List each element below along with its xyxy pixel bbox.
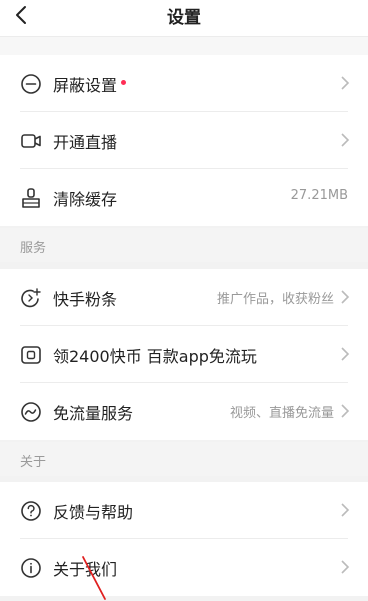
top-separator <box>0 36 368 55</box>
block-circle-icon <box>20 73 42 95</box>
chevron-right-icon <box>340 502 350 518</box>
settings-row-fan-tiao[interactable]: 快手粉条 推广作品，收获粉丝 <box>0 269 368 326</box>
settings-row-about-us[interactable]: 关于我们 <box>0 539 368 596</box>
question-circle-icon <box>20 500 42 522</box>
chevron-right-icon <box>340 559 350 575</box>
settings-row-live[interactable]: 开通直播 <box>0 112 368 169</box>
chevron-right-icon <box>340 289 350 305</box>
block-settings-label: 屏蔽设置 <box>53 76 118 95</box>
section-services-label: 服务 <box>20 241 47 256</box>
chevron-right-icon <box>340 403 350 419</box>
settings-row-feedback[interactable]: 反馈与帮助 <box>0 482 368 539</box>
cache-size-value: 27.21MB <box>290 188 348 203</box>
settings-row-traffic-free[interactable]: 免流量服务 视频、直播免流量 <box>0 383 368 440</box>
info-circle-icon <box>20 557 42 579</box>
annotation-arrow-stroke <box>82 556 106 600</box>
fan-tiao-hint: 推广作品，收获粉丝 <box>216 292 334 307</box>
live-label: 开通直播 <box>53 133 118 152</box>
settings-row-coin-offer[interactable]: 领2400快币 百款app免流玩 <box>0 326 368 383</box>
red-dot-badge <box>121 80 127 85</box>
section-header-services: 服务 <box>0 228 368 262</box>
chevron-right-icon <box>340 75 350 91</box>
fan-tiao-label: 快手粉条 <box>53 290 118 309</box>
chevron-right-icon <box>340 346 350 362</box>
traffic-free-hint: 视频、直播免流量 <box>229 406 334 421</box>
section-header-about: 关于 <box>0 442 368 476</box>
traffic-free-label: 免流量服务 <box>53 404 134 423</box>
feedback-label: 反馈与帮助 <box>53 503 134 522</box>
video-camera-icon <box>20 130 42 152</box>
broom-icon <box>20 187 42 209</box>
coin-offer-label: 领2400快币 百款app免流玩 <box>53 347 257 366</box>
coin-icon <box>20 344 42 366</box>
traffic-wave-icon <box>20 401 42 423</box>
fan-tiao-icon <box>20 287 42 309</box>
section-about-label: 关于 <box>20 455 47 470</box>
chevron-right-icon <box>340 132 350 148</box>
clear-cache-label: 清除缓存 <box>53 190 118 209</box>
page-title: 设置 <box>167 8 201 28</box>
settings-row-block[interactable]: 屏蔽设置 <box>0 55 368 112</box>
top-nav-bar: 设置 <box>0 0 368 36</box>
settings-row-clear-cache[interactable]: 清除缓存 27.21MB <box>0 169 368 226</box>
settings-row-label: 屏蔽设置 <box>53 72 127 96</box>
